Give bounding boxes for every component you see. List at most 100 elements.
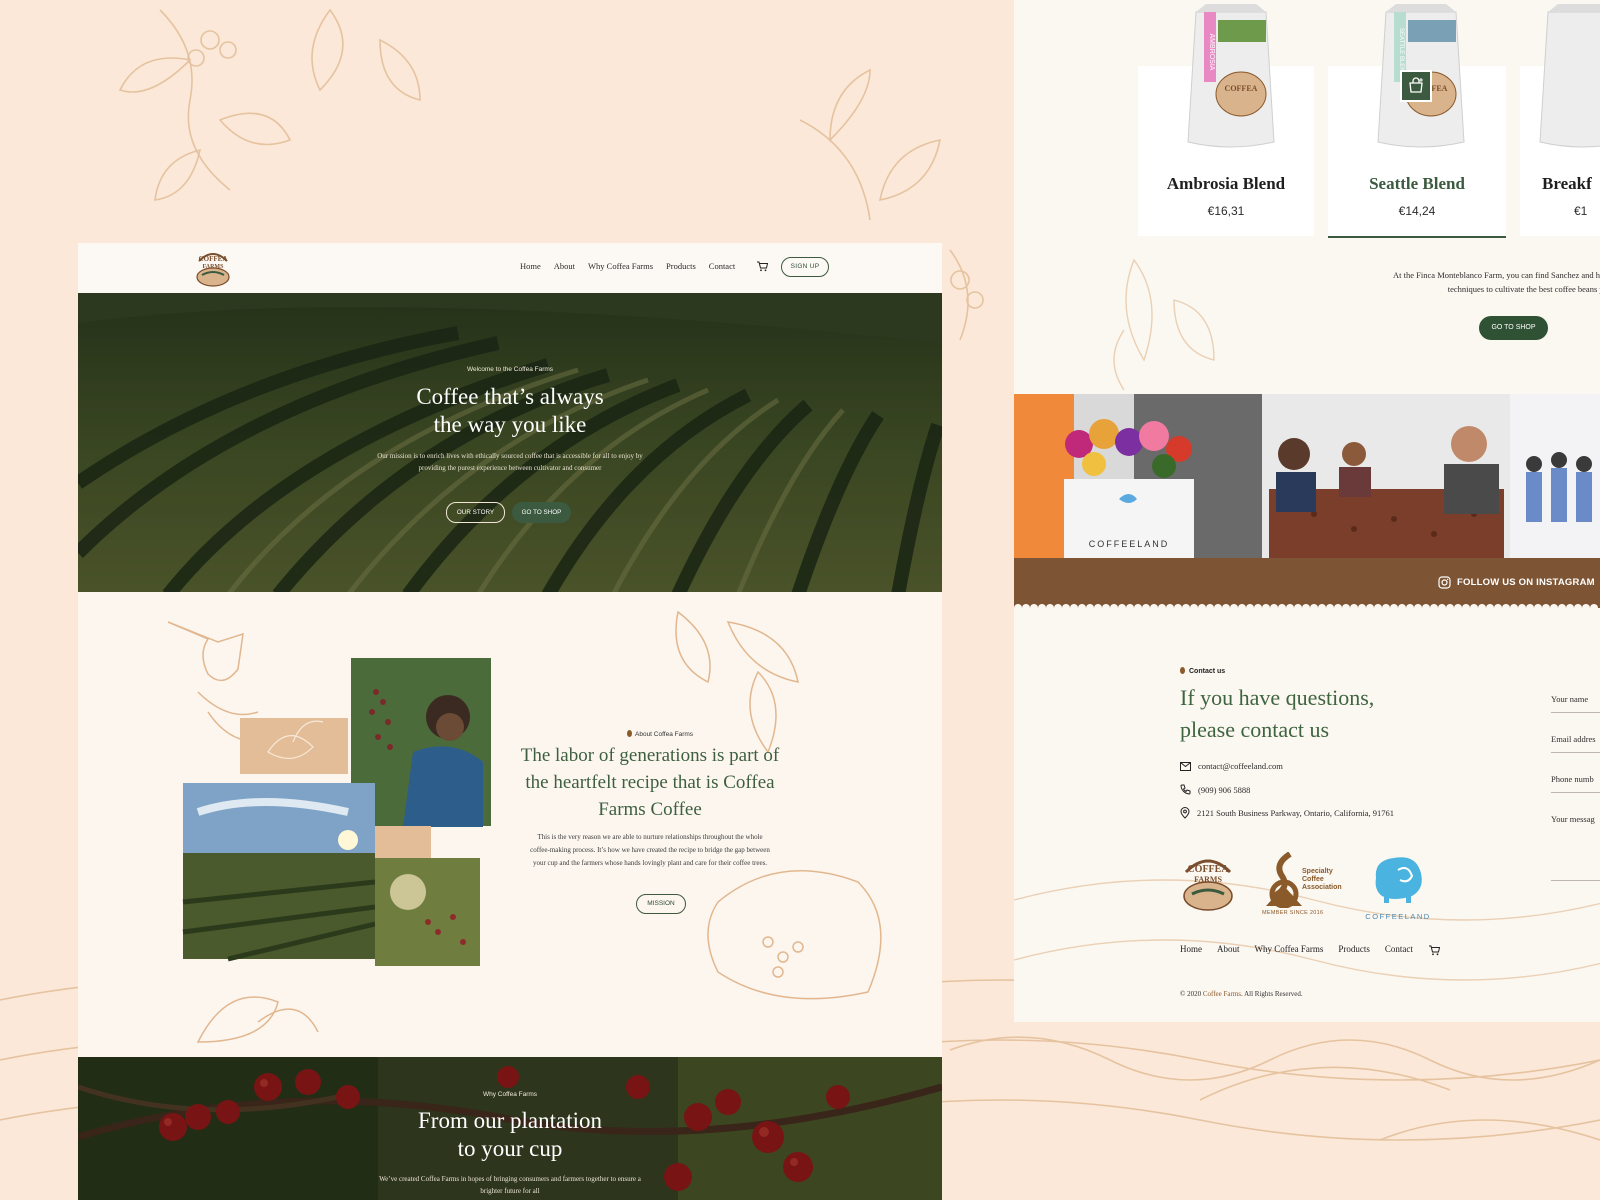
name-field-underline — [1551, 712, 1600, 713]
contact-kicker-label: Contact us — [1189, 668, 1226, 675]
farm-description: At the Finca Monteblanco Farm, you can f… — [1314, 268, 1600, 296]
about-kicker: About Coffea Farms — [627, 730, 693, 738]
contact-email[interactable]: contact@coffeeland.com — [1180, 761, 1283, 771]
go-to-shop-button[interactable]: GO TO SHOP — [1479, 316, 1548, 340]
why-description: We’ve created Coffea Farms in hopes of b… — [379, 1175, 641, 1195]
svg-text:FARMS: FARMS — [203, 264, 225, 270]
instagram-gallery: COFFEELAND — [1014, 394, 1600, 558]
hero-title-line: the way you like — [433, 412, 587, 437]
sca-name: Specialty Coffee Association — [1302, 868, 1342, 892]
copyright: © 2020 Coffee Farms. All Rights Reserved… — [1180, 990, 1303, 998]
svg-text:COFFEA: COFFEA — [1225, 84, 1258, 93]
contact-phone[interactable]: (909) 906 5888 — [1180, 784, 1250, 795]
sca-logo: Specialty Coffee Association MEMBER SINC… — [1262, 852, 1352, 918]
footer-nav-about[interactable]: About — [1217, 944, 1240, 956]
hero-plantation-photo — [78, 293, 942, 595]
hero-title: Coffee that’s always the way you like — [78, 383, 942, 439]
email-field[interactable]: Email addres — [1551, 734, 1596, 744]
why-kicker: Why Coffea Farms — [482, 1091, 538, 1098]
name-field[interactable]: Your name — [1551, 694, 1588, 704]
contact-title-line: please contact us — [1180, 717, 1330, 742]
coffee-bag-image — [1539, 4, 1600, 148]
instagram-bar: FOLLOW US ON INSTAGRAM — [1014, 558, 1600, 612]
instagram-icon — [1438, 576, 1451, 589]
farm-text-line: techniques to cultivate the best coffee … — [1447, 284, 1600, 294]
phone-field[interactable]: Phone numb — [1551, 774, 1594, 784]
farm-text-line: At the Finca Monteblanco Farm, you can f… — [1393, 270, 1600, 280]
footer-nav-contact[interactable]: Contact — [1385, 944, 1413, 956]
sca-member-since: MEMBER SINCE 2016 — [1262, 910, 1324, 916]
phone-field-underline — [1551, 792, 1600, 793]
location-pin-icon — [1180, 807, 1190, 819]
contact-title-line: If you have questions, — [1180, 685, 1375, 710]
nav-about[interactable]: About — [554, 261, 575, 271]
mission-button[interactable]: MISSION — [636, 894, 686, 914]
nav-contact[interactable]: Contact — [709, 261, 735, 271]
svg-text:FARMS: FARMS — [1194, 875, 1222, 884]
follow-instagram-link[interactable]: FOLLOW US ON INSTAGRAM — [1438, 576, 1595, 589]
sca-mark — [1266, 852, 1302, 908]
contact-phone-text: (909) 906 5888 — [1198, 784, 1251, 795]
product-price: €16,31 — [1207, 204, 1245, 218]
nav-home[interactable]: Home — [520, 261, 541, 271]
copyright-suffix: . All Rights Reserved. — [1241, 990, 1303, 998]
sca-name-line: Association — [1302, 884, 1342, 891]
nav-why-coffea-farms[interactable]: Why Coffea Farms — [588, 261, 653, 271]
about-illustrations — [167, 610, 882, 1043]
contact-address-text: 2121 South Business Parkway, Ontario, Ca… — [1197, 808, 1395, 818]
landing-page-preview: COFFEA FARMS Home About Why Coffea Farms… — [78, 243, 942, 1200]
message-field-underline — [1551, 880, 1600, 881]
main-menu: Home About Why Coffea Farms Products Con… — [520, 261, 748, 271]
product-card-active[interactable]: COFFEA SEATTLE BLEND Seattle Blend €14,2… — [1328, 4, 1506, 238]
svg-text:COFFEA: COFFEA — [1187, 864, 1229, 875]
sca-name-line: Specialty — [1302, 868, 1333, 875]
coffee-bean-icon — [627, 730, 632, 737]
coffeeland-wordmark: COFFEELAND — [1365, 912, 1431, 921]
hero-title-line: Coffee that’s always — [416, 384, 604, 409]
add-to-cart-button[interactable] — [1400, 70, 1432, 102]
sign-up-button[interactable]: SIGN UP — [781, 257, 829, 277]
contact-title: If you have questions, please contact us — [1180, 682, 1460, 746]
sheep-logo-icon — [1375, 857, 1422, 903]
shop-contact-page-preview: COFFEA AMBROSIA Ambrosia Blend €16,31 CO… — [1014, 0, 1600, 1022]
footer-nav-why-coffea-farms[interactable]: Why Coffea Farms — [1255, 944, 1324, 956]
mail-icon — [1180, 761, 1191, 771]
cart-icon[interactable] — [1428, 944, 1440, 956]
svg-text:COFFEA: COFFEA — [199, 255, 228, 263]
product-card[interactable]: Breakf €1 — [1520, 4, 1600, 236]
instagram-photos: COFFEELAND — [1014, 394, 1600, 558]
why-title-line: From our plantation — [418, 1108, 602, 1133]
sca-name-line: Coffee — [1302, 876, 1324, 883]
email-field-underline — [1551, 752, 1600, 753]
coffeeland-sign: COFFEELAND — [1089, 539, 1170, 549]
scallop-divider — [1014, 604, 1598, 612]
bag-label: AMBROSIA — [1208, 34, 1215, 71]
coffea-farms-footer-logo: COFFEA FARMS — [1183, 859, 1233, 911]
product-name: Ambrosia Blend — [1166, 174, 1286, 193]
product-card[interactable]: COFFEA AMBROSIA Ambrosia Blend €16,31 — [1138, 4, 1314, 236]
phone-icon — [1180, 784, 1191, 795]
hero-section: Welcome to the Coffea Farms Coffee that’… — [78, 293, 942, 595]
contact-address: 2121 South Business Parkway, Ontario, Ca… — [1180, 807, 1394, 819]
about-title: The labor of generations is part of the … — [520, 745, 780, 820]
footer-navigation: Home About Why Coffea Farms Products Con… — [1180, 944, 1440, 956]
copyright-brand-link[interactable]: Coffee Farms — [1203, 990, 1241, 998]
nav-products[interactable]: Products — [666, 261, 696, 271]
coffea-farms-logo[interactable]: COFFEA FARMS — [194, 247, 232, 289]
go-to-shop-button[interactable]: GO TO SHOP — [512, 502, 571, 523]
cart-icon[interactable] — [756, 260, 768, 272]
product-price: €1 — [1574, 204, 1588, 218]
coffee-bag-image: COFFEA AMBROSIA — [1187, 4, 1275, 148]
footer-nav-home[interactable]: Home — [1180, 944, 1202, 956]
why-title: From our plantation to your cup — [78, 1107, 942, 1163]
footer-nav-products[interactable]: Products — [1338, 944, 1370, 956]
follow-instagram-label: FOLLOW US ON INSTAGRAM — [1457, 577, 1595, 588]
shopping-bag-icon — [1409, 77, 1423, 93]
contact-email-text: contact@coffeeland.com — [1198, 761, 1283, 771]
hero-kicker: Welcome to the Coffea Farms — [466, 366, 554, 373]
hero-description: Our mission is to enrich lives with ethi… — [377, 452, 643, 472]
our-story-button[interactable]: OUR STORY — [446, 502, 505, 523]
scallop-divider — [78, 592, 942, 601]
message-field[interactable]: Your messag — [1551, 814, 1595, 824]
product-price: €14,24 — [1398, 204, 1436, 218]
